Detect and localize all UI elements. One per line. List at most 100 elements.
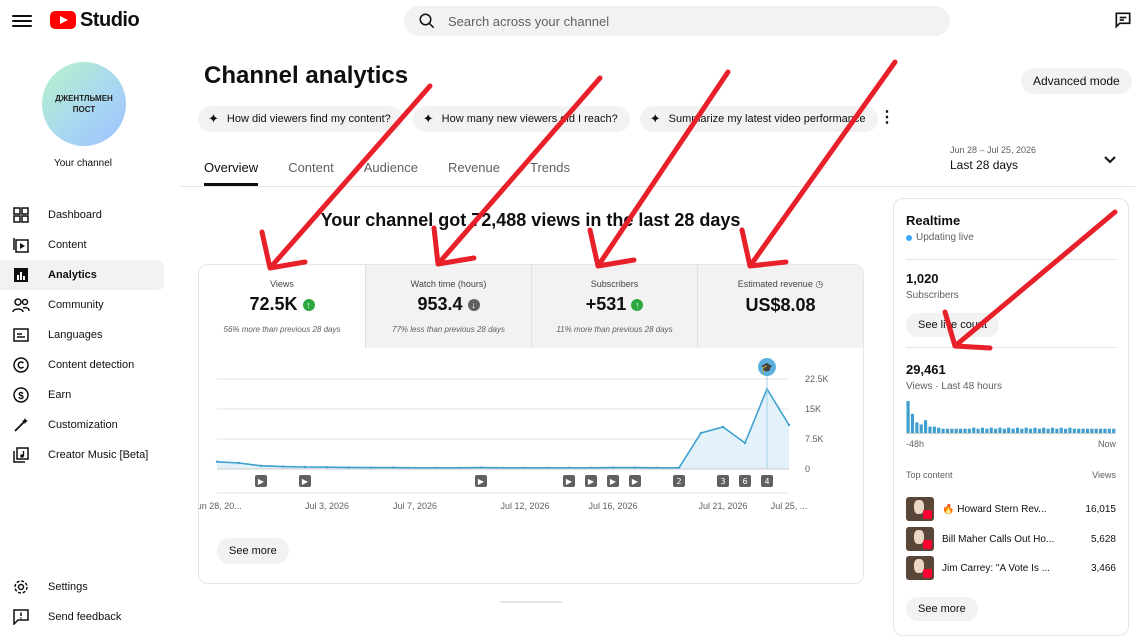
- date-range-label: Last 28 days: [950, 158, 1019, 172]
- sidebar-item-settings[interactable]: Settings: [0, 572, 164, 602]
- sidebar-item-label: Customization: [48, 419, 118, 431]
- date-range-selector[interactable]: Jun 28 – Jul 25, 2026 Last 28 days: [950, 145, 1036, 172]
- sidebar-item-content[interactable]: Content: [0, 230, 164, 260]
- tab-audience[interactable]: Audience: [364, 160, 418, 186]
- spark-bar: [989, 427, 993, 433]
- metric-subscribers-tab[interactable]: Subscribers +531 ↑ 11% more than previous…: [531, 265, 697, 348]
- svg-text:$: $: [18, 391, 24, 402]
- metric-revenue-tab[interactable]: Estimated revenue ◷ US$8.08: [697, 265, 863, 348]
- sidebar-item-community[interactable]: Community: [0, 290, 164, 320]
- spark-bar: [967, 428, 971, 433]
- feedback-icon: [12, 608, 30, 626]
- analytics-icon: [12, 266, 30, 284]
- see-live-count-button[interactable]: See live count: [906, 313, 1000, 337]
- suggestion-chip[interactable]: ✦ How did viewers find my content?: [198, 106, 403, 132]
- search-bar[interactable]: Search across your channel: [404, 6, 950, 36]
- data-point: [237, 461, 241, 465]
- video-marker-label: 3: [720, 477, 725, 486]
- spark-bar: [959, 428, 963, 433]
- x-tick-label: Jul 7, 2026: [393, 501, 437, 511]
- spark-bar: [1046, 428, 1050, 433]
- y-tick-label: 0: [805, 464, 810, 474]
- spark-bar: [945, 428, 950, 433]
- magic-wand-icon: [12, 416, 30, 434]
- realtime-sparkline[interactable]: [906, 399, 1116, 435]
- views-48h-label: Views · Last 48 hours: [906, 381, 1002, 392]
- divider: [906, 259, 1116, 260]
- spark-bar: [985, 428, 989, 433]
- sidebar-item-analytics[interactable]: Analytics: [0, 260, 164, 290]
- sidebar-item-languages[interactable]: Languages: [0, 320, 164, 350]
- metric-views-tab[interactable]: Views 72.5K ↑ 56% more than previous 28 d…: [199, 265, 365, 348]
- copyright-icon: [12, 356, 30, 374]
- spark-bar: [1024, 427, 1028, 433]
- sidebar-item-label: Languages: [48, 329, 103, 341]
- trend-up-icon: ↑: [302, 298, 315, 311]
- sidebar-item-creator-music[interactable]: Creator Music [Beta]: [0, 440, 164, 470]
- menu-icon[interactable]: [12, 12, 32, 28]
- spark-bar: [928, 426, 932, 433]
- spark-bar: [924, 420, 928, 433]
- x-tick-label: Jul 21, 2026: [698, 501, 747, 511]
- realtime-see-more-button[interactable]: See more: [906, 597, 978, 621]
- metric-value: 72.5K: [249, 294, 298, 314]
- realtime-status: Updating live: [906, 232, 974, 243]
- suggestion-chip[interactable]: ✦ How many new viewers did I reach?: [412, 106, 630, 132]
- spark-bar: [1094, 428, 1098, 433]
- video-marker-label: ▶: [632, 477, 639, 486]
- spark-bar: [906, 401, 910, 433]
- sidebar-item-dashboard[interactable]: Dashboard: [0, 200, 164, 230]
- spark-bar: [1099, 428, 1103, 433]
- video-marker-label: ▶: [302, 477, 309, 486]
- divider: [906, 347, 1116, 348]
- advanced-mode-button[interactable]: Advanced mode: [1021, 68, 1132, 94]
- youtube-studio-logo[interactable]: Studio: [50, 8, 140, 32]
- sidebar-item-label: Creator Music [Beta]: [48, 449, 149, 461]
- metric-watch-time-tab[interactable]: Watch time (hours) 953.4 ↓ 77% less than …: [365, 265, 531, 348]
- video-marker-label: ▶: [478, 477, 485, 486]
- top-content-row[interactable]: Bill Maher Calls Out Ho... 5,628: [906, 526, 1116, 552]
- tab-revenue[interactable]: Revenue: [448, 160, 500, 186]
- feedback-chat-icon[interactable]: [1113, 10, 1133, 30]
- more-options-icon[interactable]: ⋮: [879, 110, 895, 126]
- spark-bar: [1015, 427, 1020, 433]
- spark-bar: [1112, 428, 1116, 433]
- tab-overview[interactable]: Overview: [204, 160, 259, 186]
- channel-avatar[interactable]: ДЖЕНТЛЬМЕН ПОСТ: [42, 62, 126, 146]
- content-icon: [12, 236, 30, 254]
- sidebar-item-label: Send feedback: [48, 611, 122, 623]
- spark-bar: [1077, 428, 1081, 433]
- data-point: [743, 441, 747, 445]
- suggestion-chip[interactable]: ✦ Summarize my latest video performance: [639, 106, 878, 132]
- video-marker-label: 2: [676, 477, 681, 486]
- sidebar-item-send-feedback[interactable]: Send feedback: [0, 602, 164, 632]
- sidebar-item-earn[interactable]: $ Earn: [0, 380, 164, 410]
- sparkle-icon: ✦: [649, 111, 661, 126]
- top-content-row[interactable]: Jim Carrey: "A Vote Is ... 3,466: [906, 555, 1116, 581]
- metric-value: US$8.08: [745, 295, 816, 315]
- metric-value: 953.4: [417, 294, 463, 314]
- top-content-row[interactable]: 🔥 Howard Stern Rev... 16,015: [906, 496, 1116, 522]
- video-marker-label: 6: [742, 477, 747, 486]
- data-point: [611, 466, 615, 469]
- sidebar-item-content-detection[interactable]: Content detection: [0, 350, 164, 380]
- chevron-down-icon[interactable]: [1103, 153, 1117, 167]
- suggestion-chips: ✦ How did viewers find my content? ✦ How m…: [198, 106, 878, 132]
- chart-see-more-button[interactable]: See more: [217, 538, 289, 564]
- metric-label: Watch time (hours): [410, 279, 487, 289]
- page-title: Channel analytics: [204, 62, 409, 89]
- video-views: 3,466: [1090, 562, 1116, 574]
- avatar-text: ДЖЕНТЛЬМЕН ПОСТ: [55, 94, 113, 114]
- data-point: [699, 431, 703, 435]
- views-chart[interactable]: 22.5K 15K 7.5K 0 🎓 ▶ ▶ ▶ ▶ ▶ ▶ ▶ 2 3 6 4 Jun 28, 20... Ju…: [199, 349, 863, 519]
- video-views: 16,015: [1085, 503, 1116, 515]
- tab-trends[interactable]: Trends: [530, 160, 570, 186]
- tab-content[interactable]: Content: [288, 160, 334, 186]
- top-content-label: Top content: [906, 470, 953, 480]
- video-thumbnail: [906, 556, 934, 580]
- data-point: [721, 425, 725, 429]
- sidebar-nav: Dashboard Content Analytics Community La…: [0, 200, 170, 470]
- community-icon: [12, 296, 30, 314]
- x-tick-label: Jul 16, 2026: [588, 501, 637, 511]
- sidebar-item-customization[interactable]: Customization: [0, 410, 164, 440]
